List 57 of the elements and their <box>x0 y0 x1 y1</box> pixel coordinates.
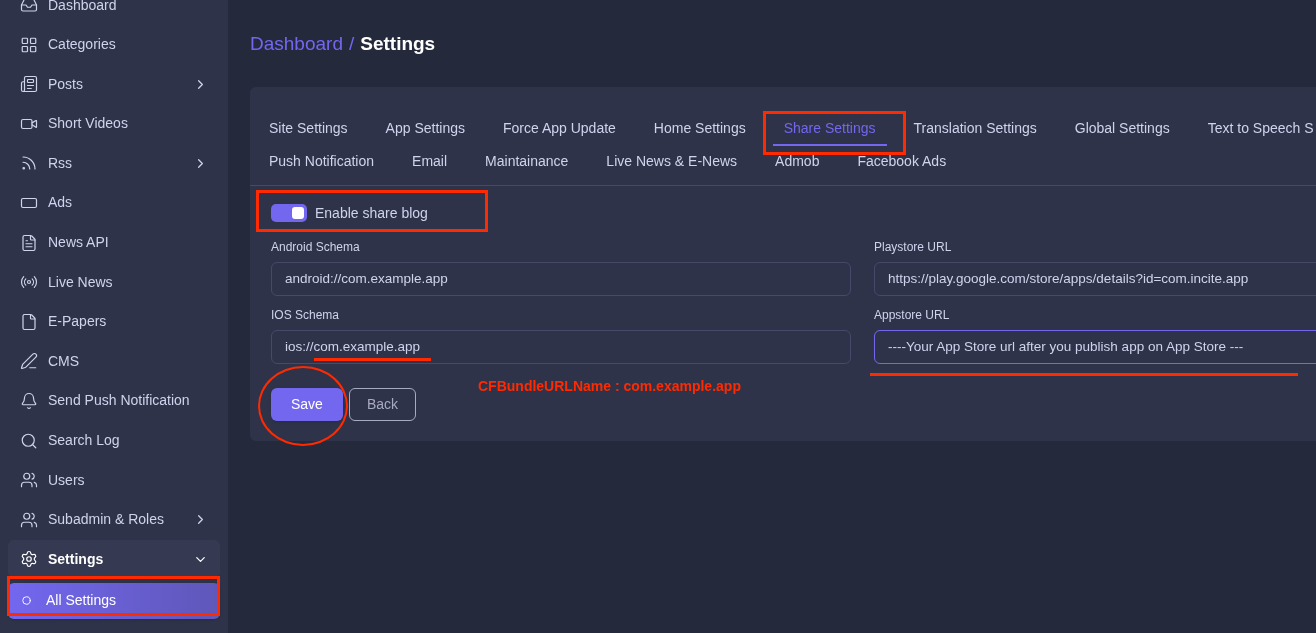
settings-tab[interactable]: Force App Update <box>492 112 627 146</box>
sidebar-item[interactable]: Live News <box>8 263 220 302</box>
inbox-icon <box>20 0 38 14</box>
sidebar-item[interactable]: Search Log <box>8 421 220 460</box>
sidebar-item[interactable]: Subadmin & Roles <box>8 500 220 539</box>
input-field[interactable]: https://play.google.com/store/apps/details?id=com.incite.app <box>874 261 1316 296</box>
sidebar-item[interactable]: Dashboard <box>8 0 220 24</box>
toggle-switch[interactable] <box>271 204 307 222</box>
field-label: IOS Schema <box>271 306 341 324</box>
breadcrumb-separator: / <box>348 33 355 54</box>
sidebar-item[interactable]: Posts <box>8 65 220 104</box>
pen-icon <box>20 352 38 371</box>
newspaper-icon <box>20 233 38 252</box>
field-label: Android Schema <box>271 238 361 256</box>
search-icon <box>20 431 38 450</box>
settings-tab[interactable]: Admob <box>764 145 831 179</box>
sidebar-item[interactable]: Categories <box>8 25 220 64</box>
rss-icon <box>20 154 38 173</box>
annotation-text: CFBundleURLName : com.example.app <box>478 377 741 396</box>
sidebar-subitem[interactable]: All Settings <box>8 582 220 619</box>
document-icon <box>20 312 38 331</box>
sidebar-item[interactable]: CMS <box>8 342 220 381</box>
settings-tab[interactable]: Facebook Ads <box>846 145 958 179</box>
circle-icon <box>22 596 31 606</box>
save-button[interactable]: Save <box>271 387 343 421</box>
sidebar-item[interactable]: News API <box>8 223 220 262</box>
page-title: Settings <box>360 33 436 54</box>
field-label: Appstore URL <box>874 306 951 324</box>
sidebar-item[interactable]: Send Push Notification <box>8 381 220 420</box>
settings-icon <box>20 550 38 569</box>
input-field[interactable]: ios://com.example.app <box>271 329 851 364</box>
settings-tab[interactable]: App Settings <box>374 112 476 146</box>
grid-icon <box>20 35 38 54</box>
bell-icon <box>20 391 38 410</box>
toggle-label: Enable share blog <box>315 203 428 223</box>
users-icon <box>20 510 38 529</box>
settings-tab[interactable]: Translation Settings <box>902 112 1048 146</box>
settings-tab[interactable]: Home Settings <box>642 112 757 146</box>
field-label: Playstore URL <box>874 238 953 256</box>
sidebar-item[interactable]: Ads <box>8 183 220 222</box>
settings-tab[interactable]: Email <box>401 145 459 179</box>
sidebar-item[interactable]: Users <box>8 461 220 500</box>
settings-tab[interactable]: Global Settings <box>1063 112 1181 146</box>
sidebar-item[interactable]: E-Papers <box>8 302 220 341</box>
input-field[interactable]: ----Your App Store url after you publish app on App Store --- <box>874 329 1316 364</box>
users-icon <box>20 471 38 490</box>
sidebar-item[interactable]: Rss <box>8 144 220 183</box>
sidebar-item[interactable]: Settings <box>8 540 220 579</box>
back-button[interactable]: Back <box>348 387 417 421</box>
settings-tab[interactable]: Live News & E-News <box>595 145 749 179</box>
settings-tab[interactable]: Maintainance <box>474 145 580 179</box>
settings-tab[interactable]: Push Notification <box>258 145 386 179</box>
settings-tab[interactable]: Text to Speech S <box>1196 112 1316 146</box>
input-field[interactable]: android://com.example.app <box>271 261 851 296</box>
settings-tab[interactable]: Site Settings <box>258 112 359 146</box>
sidebar-item[interactable]: Short Videos <box>8 104 220 143</box>
list-icon <box>20 75 38 94</box>
